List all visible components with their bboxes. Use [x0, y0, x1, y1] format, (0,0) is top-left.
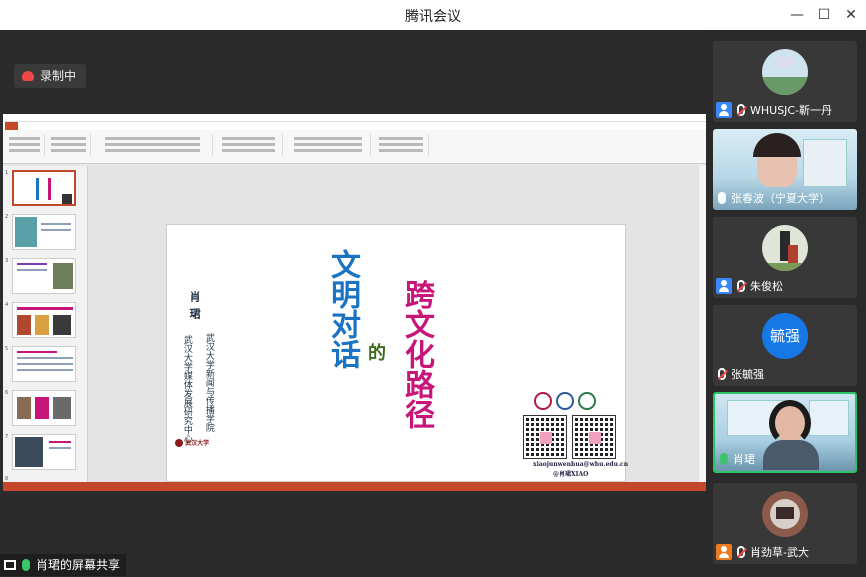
ppt-tab[interactable] — [135, 122, 138, 130]
ppt-tab[interactable] — [83, 122, 86, 130]
slide-affiliation-2: 武汉大学媒体发展研究中心 — [181, 335, 192, 443]
thumb-number: 6 — [5, 390, 9, 396]
microphone-active-icon — [720, 453, 728, 465]
participant-avatar — [762, 49, 808, 95]
participant-tile[interactable]: 朱俊松 — [713, 217, 857, 298]
microphone-icon — [718, 192, 726, 204]
ppt-workspace: 1 2 3 4 5 6 7 8 文明对话 的 跨文化路径 肖珺 武汉大学新闻与传… — [3, 166, 706, 482]
participant-name: 张毓强 — [731, 368, 764, 381]
participant-name: 肖劲草-武大 — [750, 546, 809, 559]
slide-thumbnail[interactable] — [12, 170, 76, 206]
microphone-muted-icon — [718, 368, 726, 380]
participant-nameplate: WHUSJC-靳一丹 — [713, 101, 832, 119]
ribbon-group-slides[interactable] — [47, 134, 91, 156]
microphone-muted-icon — [737, 546, 745, 558]
participant-tile[interactable]: 毓强 张毓强 — [713, 305, 857, 386]
ppt-tab[interactable] — [32, 122, 35, 130]
participant-tile[interactable]: 肖劲草-武大 — [713, 483, 857, 564]
thumb-number: 2 — [5, 214, 9, 220]
qr-code-icon — [523, 415, 567, 459]
ribbon-group-paragraph[interactable] — [215, 134, 283, 156]
ppt-tab[interactable] — [66, 122, 69, 130]
thumb-number: 5 — [5, 346, 9, 352]
partner-logo-icon — [534, 392, 552, 410]
slide-thumbnail[interactable] — [12, 258, 76, 294]
ppt-ribbon-tabs — [3, 122, 706, 130]
window-titlebar: 腾讯会议 — ☐ ✕ — [0, 0, 866, 30]
user-icon — [716, 102, 732, 118]
slide-title-connector: 的 — [368, 343, 386, 364]
minimize-button[interactable]: — — [783, 4, 811, 26]
user-icon — [716, 544, 732, 560]
window-title: 腾讯会议 — [405, 9, 461, 25]
slide-author: 肖珺 — [188, 291, 202, 325]
slide-partner-logos — [534, 392, 604, 412]
recording-label: 录制中 — [40, 69, 77, 83]
participant-nameplate: 张春波（宁夏大学） — [713, 189, 830, 207]
slide-handle: @肖珺XIAO — [553, 471, 589, 478]
participant-tile[interactable]: 张春波（宁夏大学） — [713, 129, 857, 210]
ppt-vertical-scrollbar[interactable] — [698, 166, 706, 482]
participant-nameplate: 肖劲草-武大 — [713, 543, 809, 561]
slide-thumbnail[interactable] — [12, 214, 76, 250]
ppt-titlebar — [3, 114, 706, 122]
ribbon-group-clipboard[interactable] — [5, 134, 45, 156]
user-icon — [716, 278, 732, 294]
microphone-icon — [22, 559, 30, 571]
ppt-tab[interactable] — [118, 122, 121, 130]
close-button[interactable]: ✕ — [837, 4, 865, 26]
participant-name: 肖珺 — [733, 453, 755, 466]
ppt-ribbon — [3, 130, 706, 164]
participants-sidebar[interactable]: WHUSJC-靳一丹 张春波（宁夏大学） 朱俊松 毓强 张毓强 肖珺 肖劲草-武… — [706, 30, 866, 577]
qr-code-icon — [572, 415, 616, 459]
slide-email: xiaojunwenhua@whu.edu.cn — [533, 461, 629, 468]
thumb-number: 4 — [5, 302, 9, 308]
ppt-tab[interactable] — [49, 122, 52, 130]
current-slide: 文明对话 的 跨文化路径 肖珺 武汉大学新闻与传播学院 武汉大学媒体发展研究中心… — [166, 224, 629, 482]
screen-share-stage: 录制中 1 2 3 4 5 6 7 8 文明对话 的 跨文化路径 肖珺 武汉大学… — [0, 30, 706, 577]
slide-thumbnail[interactable] — [12, 346, 76, 382]
participant-tile[interactable]: WHUSJC-靳一丹 — [713, 41, 857, 122]
participant-nameplate: 肖珺 — [715, 450, 755, 468]
ppt-file-tab[interactable] — [5, 122, 18, 130]
ppt-status-bar — [3, 482, 706, 491]
participant-initials-avatar: 毓强 — [762, 313, 808, 359]
microphone-muted-icon — [737, 104, 745, 116]
participant-avatar — [762, 225, 808, 271]
screen-share-icon — [4, 560, 16, 570]
partner-logo-icon — [556, 392, 574, 410]
participant-avatar — [762, 491, 808, 537]
slide-thumbnail[interactable] — [12, 302, 76, 338]
thumb-number: 3 — [5, 258, 9, 264]
university-logo: 武汉大学 — [175, 438, 209, 447]
thumb-number: 1 — [5, 170, 9, 176]
thumb-number: 7 — [5, 434, 9, 440]
slide-thumbnail[interactable] — [12, 434, 76, 470]
ribbon-group-drawing[interactable] — [285, 134, 371, 156]
screen-share-label: 肖珺的屏幕共享 — [0, 554, 127, 576]
university-seal-icon — [175, 439, 183, 447]
participant-name: 张春波（宁夏大学） — [731, 192, 830, 205]
participant-name: 朱俊松 — [750, 280, 783, 293]
powerpoint-window: 1 2 3 4 5 6 7 8 文明对话 的 跨文化路径 肖珺 武汉大学新闻与传… — [3, 114, 706, 491]
participant-nameplate: 张毓强 — [713, 365, 764, 383]
microphone-muted-icon — [737, 280, 745, 292]
ppt-tab[interactable] — [101, 122, 104, 130]
partner-logo-icon — [578, 392, 596, 410]
participant-nameplate: 朱俊松 — [713, 277, 783, 295]
maximize-button[interactable]: ☐ — [810, 4, 838, 26]
recording-indicator[interactable]: 录制中 — [14, 64, 86, 88]
slide-thumbnail[interactable] — [12, 390, 76, 426]
slide-thumbnail-panel[interactable]: 1 2 3 4 5 6 7 8 — [3, 166, 88, 482]
participant-name: WHUSJC-靳一丹 — [750, 104, 833, 117]
ribbon-group-font[interactable] — [93, 134, 213, 156]
slide-title-right: 跨文化路径 — [399, 279, 434, 429]
cloud-record-icon — [22, 71, 34, 81]
ribbon-group-editing[interactable] — [373, 134, 429, 156]
slide-title-left: 文明对话 — [325, 249, 360, 369]
participant-tile-speaking[interactable]: 肖珺 — [713, 392, 857, 473]
slide-affiliation-1: 武汉大学新闻与传播学院 — [203, 333, 214, 432]
